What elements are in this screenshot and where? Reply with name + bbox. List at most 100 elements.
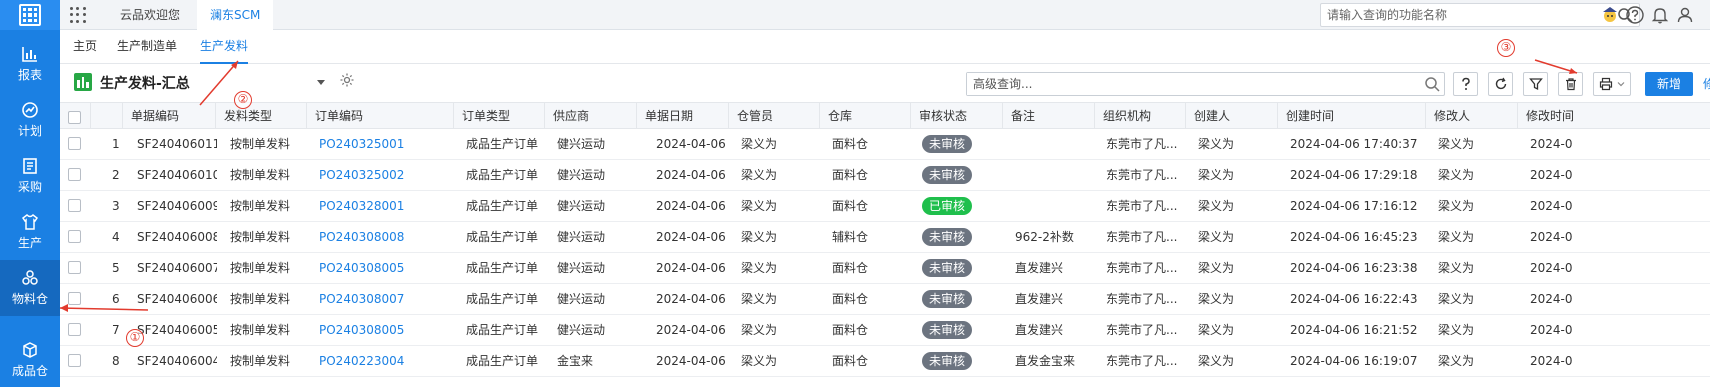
table-row[interactable]: 7 SF240406005 按制单发料 PO240308005 成品生产订单 健兴运动 20… bbox=[60, 315, 1710, 346]
cell-order[interactable]: PO240325002 bbox=[309, 160, 455, 190]
sidebar-item-production[interactable]: 生产 bbox=[0, 204, 60, 260]
sidebar-item-reports[interactable]: 报表 bbox=[0, 36, 60, 92]
cell-order-type: 成品生产订单 bbox=[466, 137, 539, 151]
cell-status: 已审核 bbox=[912, 191, 1004, 221]
cell-doc: SF240406010 bbox=[137, 168, 217, 182]
help-button[interactable] bbox=[1453, 72, 1478, 96]
column-header-modified-time[interactable]: 修改时间 bbox=[1517, 103, 1710, 129]
new-button[interactable]: 新增 bbox=[1645, 72, 1693, 96]
sidebar-item-plan[interactable]: 计划 bbox=[0, 92, 60, 148]
avatar[interactable] bbox=[1600, 5, 1620, 25]
refresh-button[interactable] bbox=[1488, 72, 1513, 96]
column-header-issue-type[interactable]: 发料类型 bbox=[215, 103, 306, 129]
column-header-doc-date[interactable]: 单据日期 bbox=[636, 103, 728, 129]
sidebar-item-finished-warehouse[interactable]: 成品仓 bbox=[0, 332, 60, 387]
cell-no: 7 bbox=[112, 323, 120, 337]
column-header-note[interactable]: 备注 bbox=[1002, 103, 1094, 129]
column-header-supplier[interactable]: 供应商 bbox=[544, 103, 636, 129]
cell-modified: 2024-0 bbox=[1530, 292, 1573, 306]
column-header-order-code[interactable]: 订单编码 bbox=[306, 103, 453, 129]
column-header-warehouse[interactable]: 仓库 bbox=[819, 103, 910, 129]
filter-button[interactable] bbox=[1523, 72, 1548, 96]
tab-production-issue[interactable]: 生产发料 bbox=[200, 30, 249, 64]
tab-welcome[interactable]: 云品欢迎您 bbox=[107, 0, 193, 30]
table-row[interactable]: 4 SF240406008 按制单发料 PO240308008 成品生产订单 健兴运动 20… bbox=[60, 222, 1710, 253]
cell-warehouse: 面料仓 bbox=[832, 137, 869, 151]
advanced-search-input[interactable] bbox=[967, 73, 1407, 95]
bell-icon[interactable] bbox=[1650, 5, 1670, 25]
app-logo[interactable] bbox=[0, 0, 60, 30]
cube-icon bbox=[23, 342, 37, 358]
cell-date: 2024-04-06 bbox=[656, 354, 726, 368]
print-button[interactable] bbox=[1593, 72, 1631, 96]
select-all-checkbox[interactable] bbox=[68, 111, 81, 124]
question-icon bbox=[1461, 77, 1470, 90]
cell-type: 按制单发料 bbox=[230, 292, 291, 306]
function-search-input[interactable] bbox=[1321, 4, 1601, 26]
table-row[interactable]: 6 SF240406006 按制单发料 PO240308007 成品生产订单 健兴运动 20… bbox=[60, 284, 1710, 315]
cell-order[interactable]: PO240308005 bbox=[309, 315, 455, 345]
row-checkbox[interactable] bbox=[68, 137, 81, 150]
cell-modifier: 梁义为 bbox=[1438, 323, 1475, 337]
bar-chart-icon bbox=[22, 47, 37, 62]
table-row[interactable]: 2 SF240406010 按制单发料 PO240325002 成品生产订单 健兴运动 20… bbox=[60, 160, 1710, 191]
tab-scm[interactable]: 澜东SCM bbox=[197, 0, 274, 30]
tab-production-order[interactable]: 生产制造单 bbox=[117, 30, 177, 64]
row-checkbox[interactable] bbox=[68, 261, 81, 274]
cell-keeper: 梁义为 bbox=[741, 137, 778, 151]
cell-type: 按制单发料 bbox=[230, 261, 291, 275]
cell-order[interactable]: PO240223004 bbox=[309, 346, 455, 376]
table-row[interactable]: 3 SF240406009 按制单发料 PO240328001 成品生产订单 健兴运动 20… bbox=[60, 191, 1710, 222]
cell-order[interactable]: PO240308005 bbox=[309, 253, 455, 283]
row-checkbox[interactable] bbox=[68, 292, 81, 305]
apps-grid-icon[interactable] bbox=[70, 7, 86, 23]
cell-order[interactable]: PO240308008 bbox=[309, 222, 455, 252]
cell-created: 2024-04-06 17:29:18 bbox=[1290, 168, 1418, 182]
user-icon[interactable] bbox=[1675, 5, 1695, 25]
column-header-status[interactable]: 审核状态 bbox=[910, 103, 1002, 129]
column-header-doc-code[interactable]: 单据编码 bbox=[122, 103, 215, 129]
cell-order[interactable]: PO240328001 bbox=[309, 191, 455, 221]
column-header-creator[interactable]: 创建人 bbox=[1185, 103, 1277, 129]
cell-order[interactable]: PO240325001 bbox=[309, 129, 455, 159]
column-header-modifier[interactable]: 修改人 bbox=[1425, 103, 1517, 129]
view-dropdown-caret-icon[interactable] bbox=[317, 80, 325, 85]
cell-note bbox=[1005, 129, 1095, 159]
sidebar-item-material-warehouse[interactable]: 物料仓 bbox=[0, 260, 60, 316]
row-checkbox[interactable] bbox=[68, 323, 81, 336]
sidebar-item-purchase[interactable]: 采购 bbox=[0, 148, 60, 204]
printer-icon bbox=[1599, 77, 1613, 91]
cell-created: 2024-04-06 16:22:43 bbox=[1290, 292, 1418, 306]
help-icon[interactable] bbox=[1625, 5, 1645, 25]
row-checkbox[interactable] bbox=[68, 230, 81, 243]
gear-icon[interactable] bbox=[339, 72, 355, 88]
sidebar-item-label: 报表 bbox=[17, 68, 42, 82]
row-checkbox[interactable] bbox=[68, 168, 81, 181]
edit-button[interactable]: 修改 bbox=[1703, 72, 1710, 115]
cell-status: 未审核 bbox=[912, 253, 1004, 283]
table-header: 单据编码 发料类型 订单编码 订单类型 供应商 单据日期 仓管员 仓库 审核状态… bbox=[60, 102, 1710, 129]
column-header-keeper[interactable]: 仓管员 bbox=[728, 103, 819, 129]
tab-home[interactable]: 主页 bbox=[73, 30, 97, 64]
cell-note bbox=[1005, 191, 1095, 221]
cell-keeper: 梁义为 bbox=[741, 199, 778, 213]
column-header-org[interactable]: 组织机构 bbox=[1094, 103, 1185, 129]
row-checkbox[interactable] bbox=[68, 354, 81, 367]
cell-note bbox=[1005, 160, 1095, 190]
table-row[interactable]: 8 SF240406004 按制单发料 PO240223004 成品生产订单 金宝来 202… bbox=[60, 346, 1710, 377]
cell-modifier: 梁义为 bbox=[1438, 137, 1475, 151]
table-row[interactable]: 5 SF240406007 按制单发料 PO240308005 成品生产订单 健兴运动 20… bbox=[60, 253, 1710, 284]
table-row[interactable]: 1 SF240406011 按制单发料 PO240325001 成品生产订单 健兴运动 20… bbox=[60, 129, 1710, 160]
column-header-order-type[interactable]: 订单类型 bbox=[453, 103, 544, 129]
top-bar: 云品欢迎您 澜东SCM bbox=[60, 0, 1710, 30]
cell-keeper: 梁义为 bbox=[741, 323, 778, 337]
shirt-icon bbox=[21, 214, 39, 230]
cell-order[interactable]: PO240308007 bbox=[309, 284, 455, 314]
cell-status: 未审核 bbox=[912, 315, 1004, 345]
search-icon[interactable] bbox=[1424, 76, 1440, 92]
delete-button[interactable] bbox=[1558, 72, 1583, 96]
cell-org: 东莞市了凡... bbox=[1106, 354, 1178, 368]
sidebar-item-label: 采购 bbox=[17, 180, 42, 194]
row-checkbox[interactable] bbox=[68, 199, 81, 212]
column-header-created-time[interactable]: 创建时间 bbox=[1277, 103, 1425, 129]
